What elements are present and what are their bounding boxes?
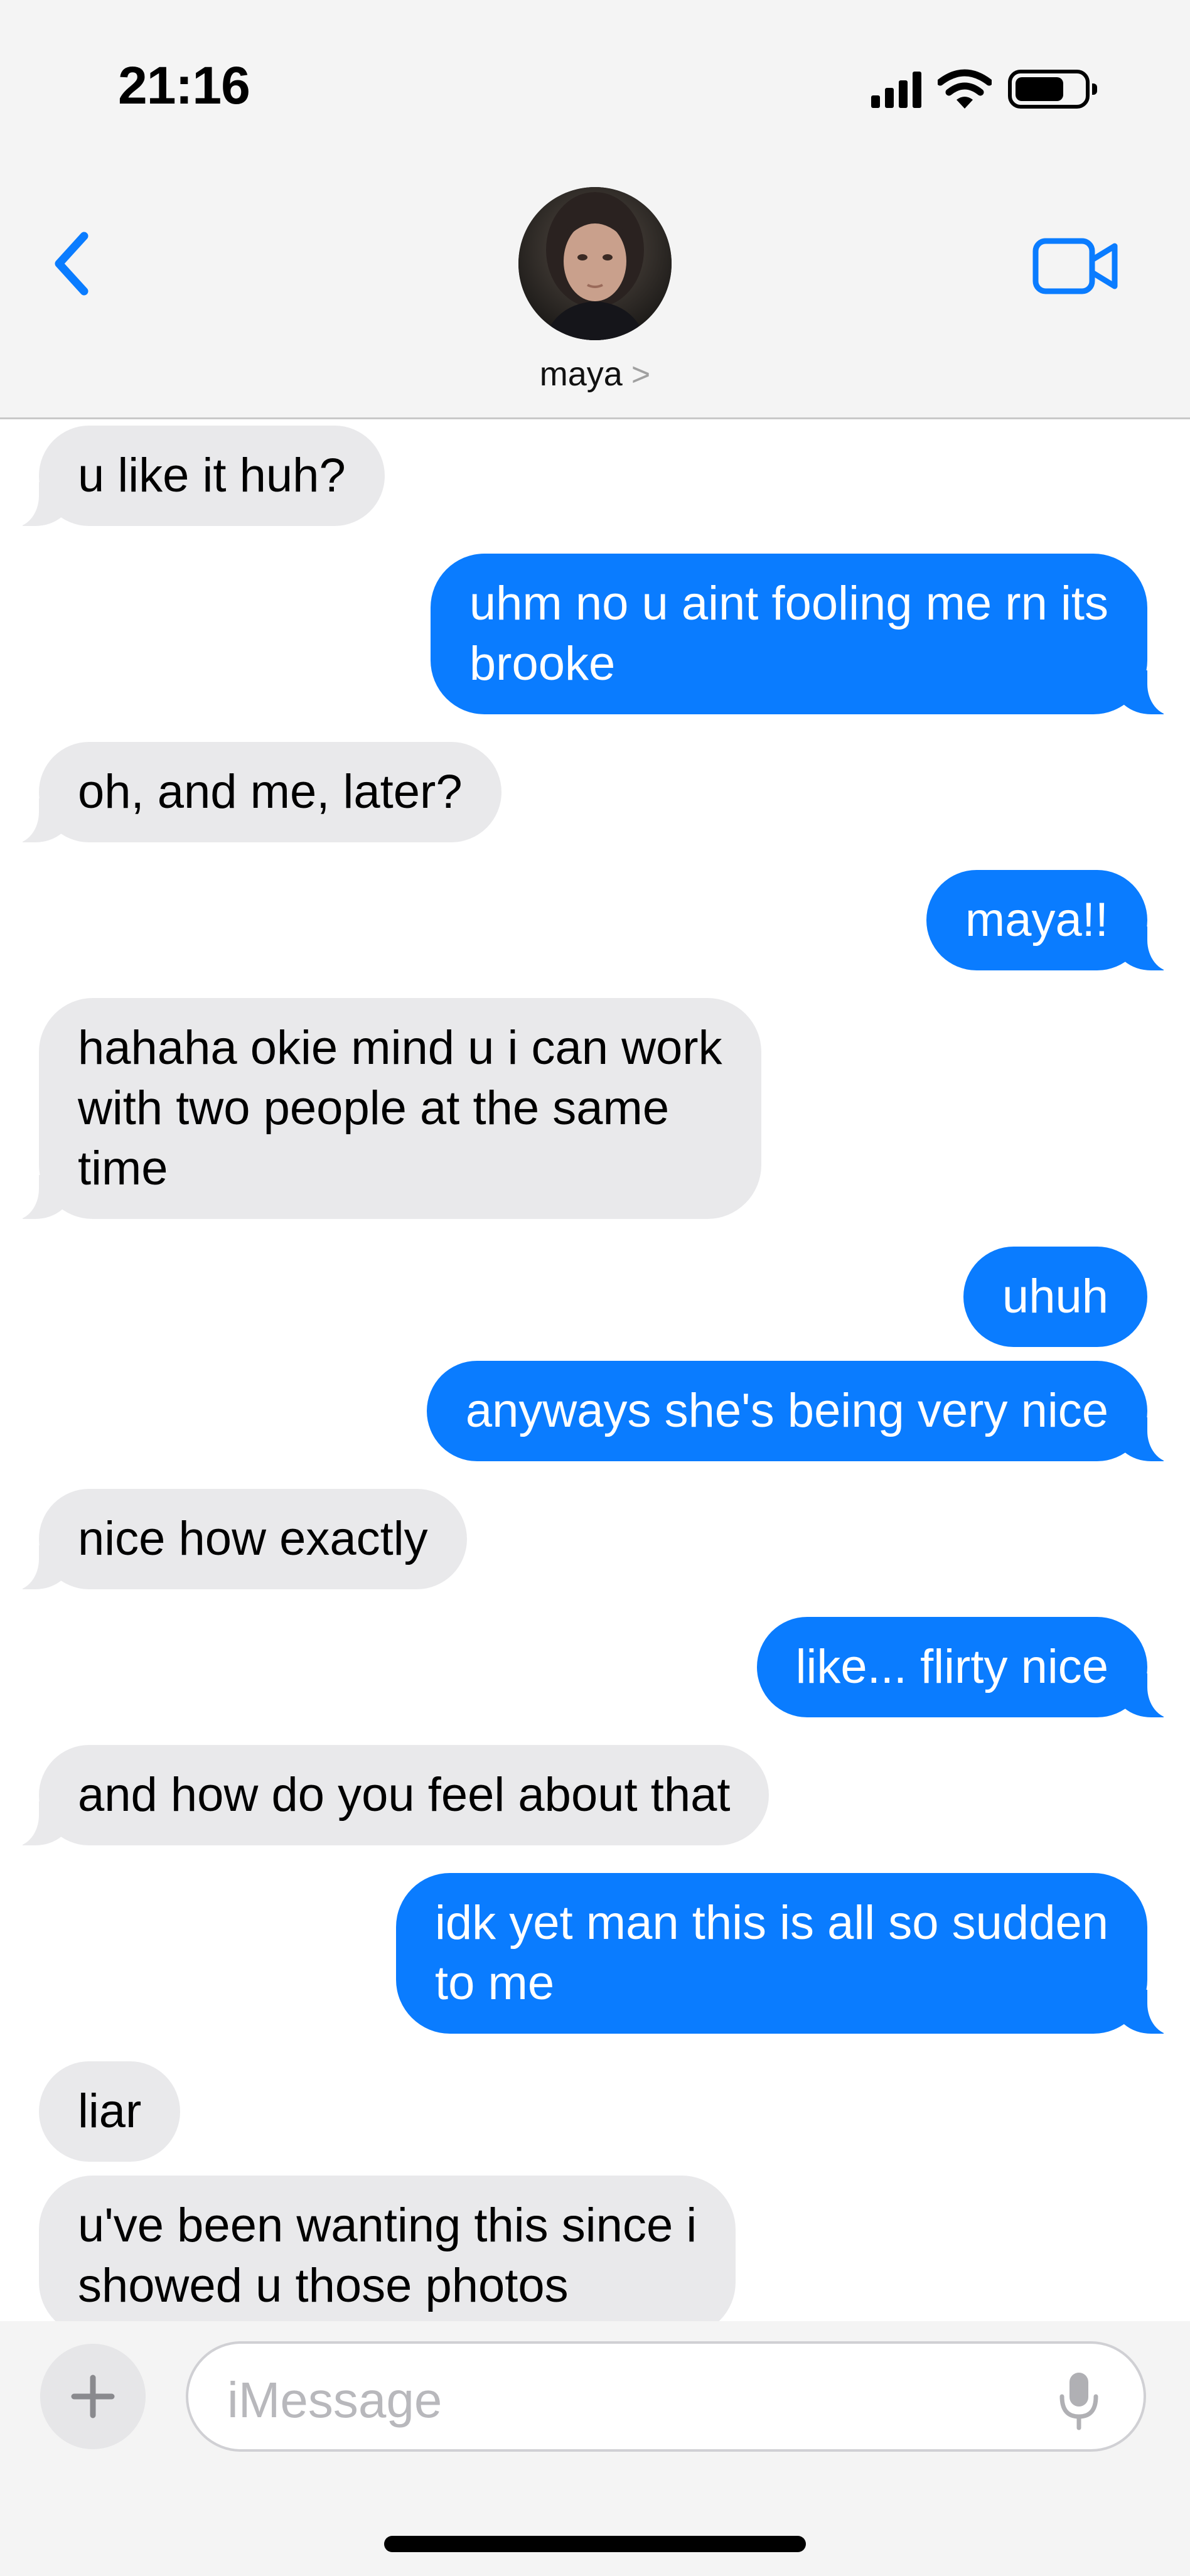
message-bubble-outgoing[interactable]: idk yet man this is all so sudden to me	[396, 1873, 1175, 2035]
contact-name: maya	[539, 355, 623, 393]
chevron-right-icon: >	[631, 357, 651, 393]
message-input-placeholder: iMessage	[227, 2372, 442, 2428]
message-bubble-outgoing[interactable]: maya!!	[926, 870, 1176, 972]
message-bubble-incoming[interactable]: u like it huh?	[11, 426, 385, 527]
message-bubble-outgoing[interactable]: uhm no u aint fooling me rn its brooke	[430, 554, 1176, 716]
microphone-icon[interactable]	[1057, 2370, 1101, 2430]
message-bubble-incoming[interactable]: oh, and me, later?	[11, 742, 501, 844]
plus-button[interactable]	[40, 2344, 146, 2449]
message-bubble-incoming[interactable]: hahaha okie mind u i can work with two p…	[11, 998, 761, 1220]
video-camera-icon[interactable]	[1032, 237, 1120, 295]
message-bubble-outgoing[interactable]: anyways she's being very nice	[426, 1361, 1176, 1462]
message-bubble-incoming[interactable]: u've been wanting this since i showed u …	[39, 2176, 736, 2321]
message-thread[interactable]: u like it huh? uhm no u aint fooling me …	[0, 419, 1190, 2321]
message-bubble-incoming[interactable]: and how do you feel about that	[11, 1745, 769, 1847]
avatar[interactable]	[518, 187, 672, 340]
header-bar: 21:16 maya >	[0, 0, 1190, 419]
cellular-signal-icon	[871, 70, 921, 108]
message-bubble-incoming[interactable]: nice how exactly	[11, 1489, 467, 1591]
contact-name-button[interactable]: maya >	[0, 355, 1190, 394]
status-time: 21:16	[118, 56, 250, 115]
message-bubble-incoming[interactable]: liar	[39, 2061, 181, 2162]
home-indicator	[384, 2536, 806, 2552]
message-bubble-outgoing[interactable]: like... flirty nice	[756, 1617, 1176, 1719]
wifi-icon	[938, 69, 992, 109]
message-bubble-outgoing[interactable]: uhuh	[963, 1247, 1147, 1347]
message-input[interactable]: iMessage	[186, 2341, 1146, 2452]
status-icons	[871, 64, 1097, 114]
chevron-left-icon[interactable]	[45, 226, 108, 301]
battery-icon	[1008, 70, 1097, 109]
